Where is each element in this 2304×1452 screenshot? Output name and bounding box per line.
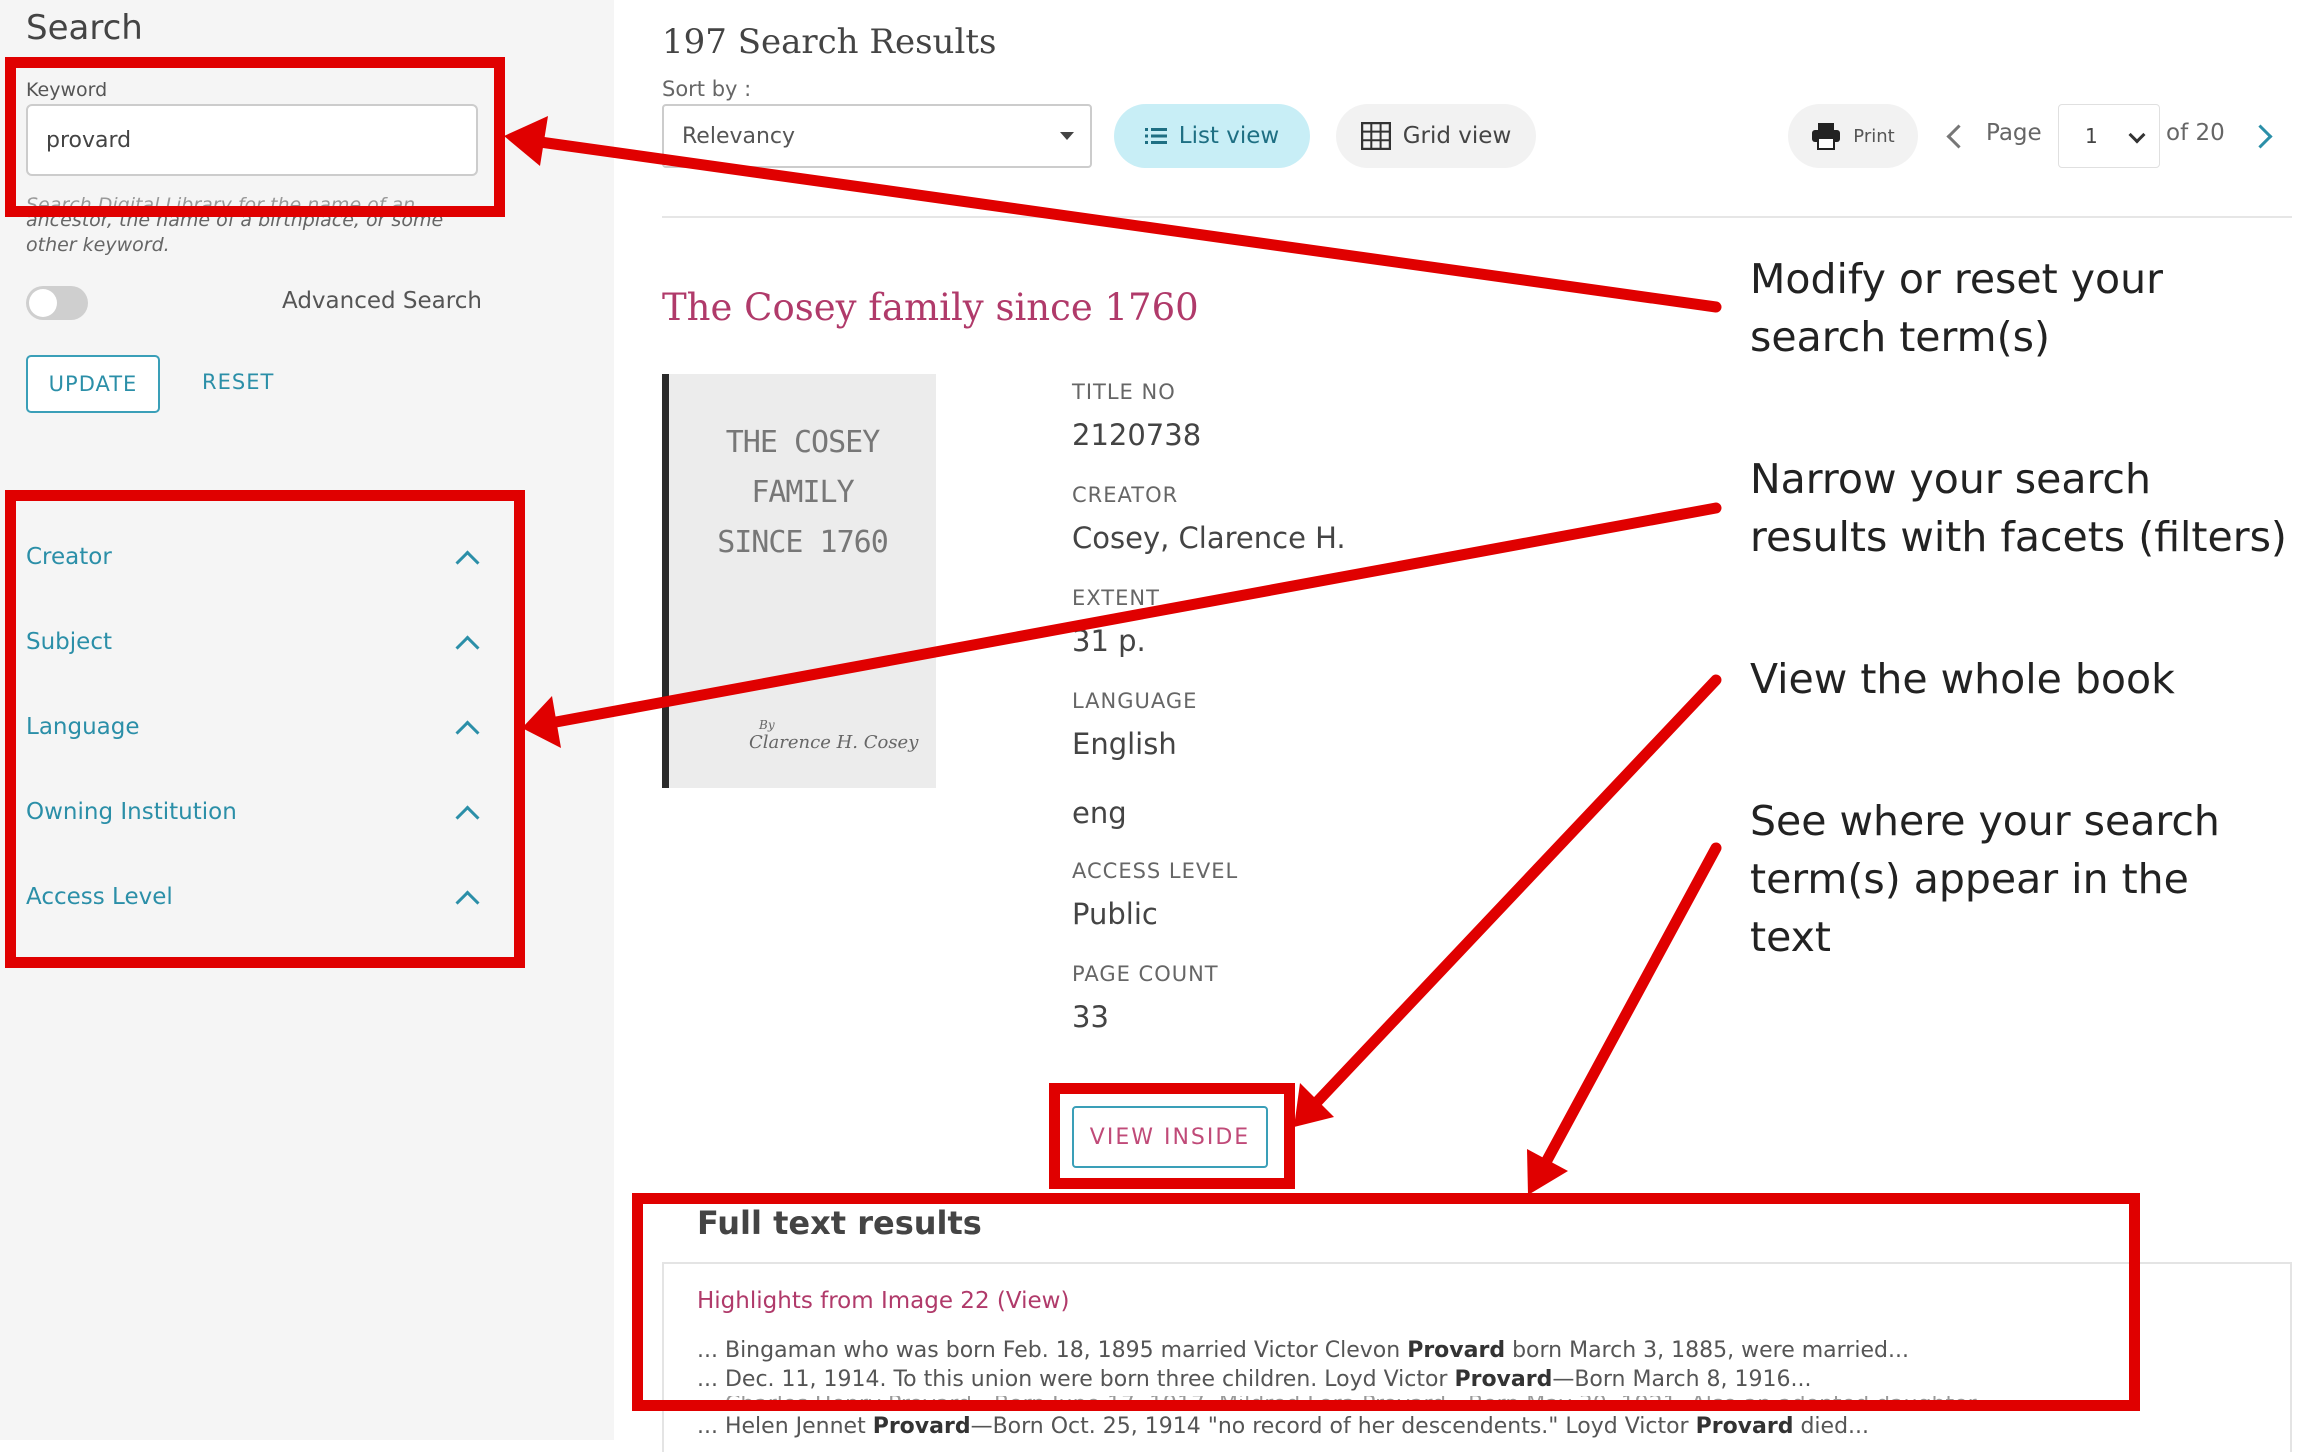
callout-text: Modify or reset your search term(s) <box>1750 255 2163 361</box>
arrowhead-icon <box>522 696 561 748</box>
callout-text: View the whole book <box>1750 655 2175 703</box>
arrowhead-icon <box>504 116 548 166</box>
callout-text: See where your search term(s) appear in … <box>1750 797 2220 961</box>
callout-modify-search: Modify or reset your search term(s) <box>1750 250 2304 366</box>
arrow-to-facets <box>550 502 1722 728</box>
callout-narrow-results: Narrow your search results with facets (… <box>1750 450 2290 566</box>
callout-view-book: View the whole book <box>1750 650 2175 708</box>
annotation-arrows <box>504 116 1722 1195</box>
callout-see-terms: See where your search term(s) appear in … <box>1750 792 2270 966</box>
arrow-to-full-text <box>1539 842 1722 1170</box>
callout-text: Narrow your search results with facets (… <box>1750 455 2287 561</box>
arrow-to-view-inside <box>1310 674 1722 1109</box>
arrow-to-keyword <box>534 136 1722 313</box>
